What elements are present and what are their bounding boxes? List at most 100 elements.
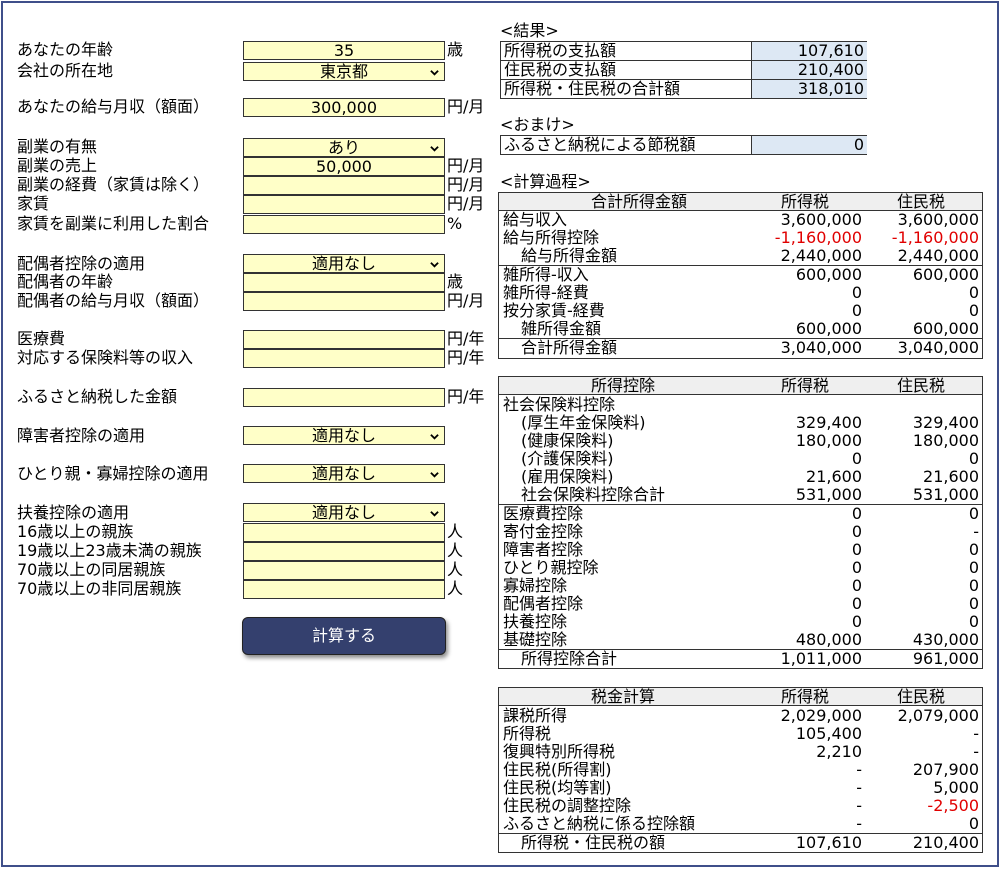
spouse-select[interactable]: 適用なし: [243, 254, 445, 273]
row-value-resident-tax: 329,400: [912, 413, 979, 432]
calculate-button[interactable]: 計算する: [242, 617, 446, 655]
side-sales-label: 副業の売上: [17, 156, 98, 175]
row-value-resident-tax: 0: [968, 576, 979, 595]
table-row: 雑所得-経費 0 0: [499, 284, 982, 302]
row-value-resident-tax: 0: [968, 283, 979, 302]
insurance-input[interactable]: [243, 349, 445, 368]
row-value-resident-tax: 0: [968, 814, 979, 833]
dep70-input[interactable]: [243, 561, 445, 580]
row-label: 所得税・住民税の額: [521, 833, 666, 852]
row-value-resident-tax: 0: [968, 558, 979, 577]
row-label: 社会保険料控除合計: [521, 485, 666, 504]
salary-unit: 円/月: [447, 97, 485, 116]
result-label: 住民税の支払額: [504, 60, 617, 79]
row-label: (健康保険料): [521, 431, 614, 450]
side-sales-unit: 円/月: [447, 156, 485, 175]
result-row: 所得税の支払額 107,610: [501, 42, 867, 61]
row-value-income-tax: -: [856, 814, 862, 833]
row-value-income-tax: -: [856, 796, 862, 815]
dep16-input[interactable]: [243, 523, 445, 542]
spouse-value: 適用なし: [311, 254, 376, 273]
side-cost-input[interactable]: [243, 176, 445, 195]
table-row: 雑所得-収入 600,000 600,000: [499, 266, 982, 284]
single-parent-value: 適用なし: [311, 464, 376, 483]
row-value-income-tax: 531,000: [795, 485, 862, 504]
dependent-select[interactable]: 適用なし: [243, 503, 445, 522]
row-value-resident-tax: 3,040,000: [897, 338, 979, 357]
table-row: 社会保険料控除: [499, 396, 982, 414]
table-row: 給与所得控除 -1,160,000 -1,160,000: [499, 229, 982, 247]
side-business-select[interactable]: あり: [243, 138, 445, 157]
furusato-label: ふるさと納税した金額: [17, 387, 178, 406]
result-title: <結果>: [500, 21, 559, 40]
row-value-income-tax: 0: [851, 558, 862, 577]
disability-select[interactable]: 適用なし: [243, 426, 445, 445]
row-value-income-tax: 0: [851, 522, 862, 541]
deduction-header-title: 所得控除: [591, 376, 656, 395]
result-table: 所得税の支払額 107,610 住民税の支払額 210,400 所得税・住民税の…: [500, 41, 867, 99]
table-row: ひとり親控除 0 0: [499, 559, 982, 577]
row-label: 給与所得控除: [503, 228, 600, 247]
row-label: (雇用保険料): [521, 467, 614, 486]
row-value-resident-tax: 3,600,000: [897, 210, 979, 229]
tax-header: 税金計算 所得税 住民税: [499, 688, 982, 706]
row-label: 配偶者控除: [503, 594, 584, 613]
row-value-income-tax: 180,000: [795, 431, 862, 450]
dep70b-input[interactable]: [243, 580, 445, 599]
spouse-salary-unit: 円/月: [447, 291, 485, 310]
spouse-salary-input[interactable]: [243, 292, 445, 311]
row-value-resident-tax: 21,600: [923, 467, 979, 486]
result-row: 所得税・住民税の合計額 318,010: [501, 80, 867, 99]
row-value-resident-tax: 180,000: [912, 431, 979, 450]
row-label: 給与収入: [503, 210, 568, 229]
row-value-income-tax: -: [856, 778, 862, 797]
row-value-income-tax: 2,440,000: [780, 246, 862, 265]
furusato-input[interactable]: [243, 388, 445, 407]
table-row: 按分家賃-経費 0 0: [499, 302, 982, 320]
row-value-resident-tax: 600,000: [912, 265, 979, 284]
row-value-resident-tax: 0: [968, 594, 979, 613]
side-sales-input[interactable]: 50,000: [243, 157, 445, 176]
salary-label: あなたの給与月収（額面）: [17, 97, 210, 116]
row-label: 雑所得-収入: [503, 265, 589, 284]
location-select[interactable]: 東京都: [243, 62, 445, 81]
location-value: 東京都: [319, 62, 368, 81]
row-label: 住民税(所得割): [503, 760, 612, 779]
tax-header-col2: 住民税: [897, 687, 946, 706]
row-label: 寄付金控除: [503, 522, 584, 541]
rent-input[interactable]: [243, 195, 445, 214]
result-value: 210,400: [751, 61, 867, 79]
row-value-income-tax: 105,400: [795, 724, 862, 743]
income-header-col1: 所得税: [781, 192, 830, 211]
single-parent-select[interactable]: 適用なし: [243, 464, 445, 483]
rent-ratio-input[interactable]: [243, 215, 445, 234]
person-unit: 人: [447, 541, 464, 560]
table-row: (雇用保険料) 21,600 21,600: [499, 468, 982, 486]
rent-ratio-label: 家賃を副業に利用した割合: [17, 214, 210, 233]
row-label: ふるさと納税に係る控除額: [503, 814, 696, 833]
table-row: 給与所得金額 2,440,000 2,440,000: [499, 247, 982, 265]
row-value-resident-tax: 2,079,000: [897, 706, 979, 725]
medical-unit: 円/年: [447, 329, 485, 348]
dep19-input[interactable]: [243, 542, 445, 561]
table-row: (厚生年金保険料) 329,400 329,400: [499, 414, 982, 432]
row-value-income-tax: 0: [851, 612, 862, 631]
row-value-income-tax: 3,040,000: [780, 338, 862, 357]
result-row: 住民税の支払額 210,400: [501, 60, 867, 80]
spouse-age-input[interactable]: [243, 273, 445, 292]
table-row: 雑所得金額 600,000 600,000: [499, 320, 982, 338]
result-value: 107,610: [751, 42, 867, 60]
insurance-label: 対応する保険料等の収入: [17, 348, 194, 367]
row-value-income-tax: 0: [851, 540, 862, 559]
chevron-down-icon: [430, 511, 439, 517]
age-input[interactable]: 35: [243, 41, 445, 60]
row-value-resident-tax: 210,400: [912, 833, 979, 852]
salary-input[interactable]: 300,000: [243, 98, 445, 117]
deduction-header-col1: 所得税: [781, 376, 830, 395]
medical-input[interactable]: [243, 330, 445, 349]
person-unit: 人: [447, 522, 464, 541]
row-label: (介護保険料): [521, 449, 614, 468]
row-value-resident-tax: -2,500: [927, 796, 979, 815]
row-value-resident-tax: 2,440,000: [897, 246, 979, 265]
row-label: 住民税(均等割): [503, 778, 612, 797]
